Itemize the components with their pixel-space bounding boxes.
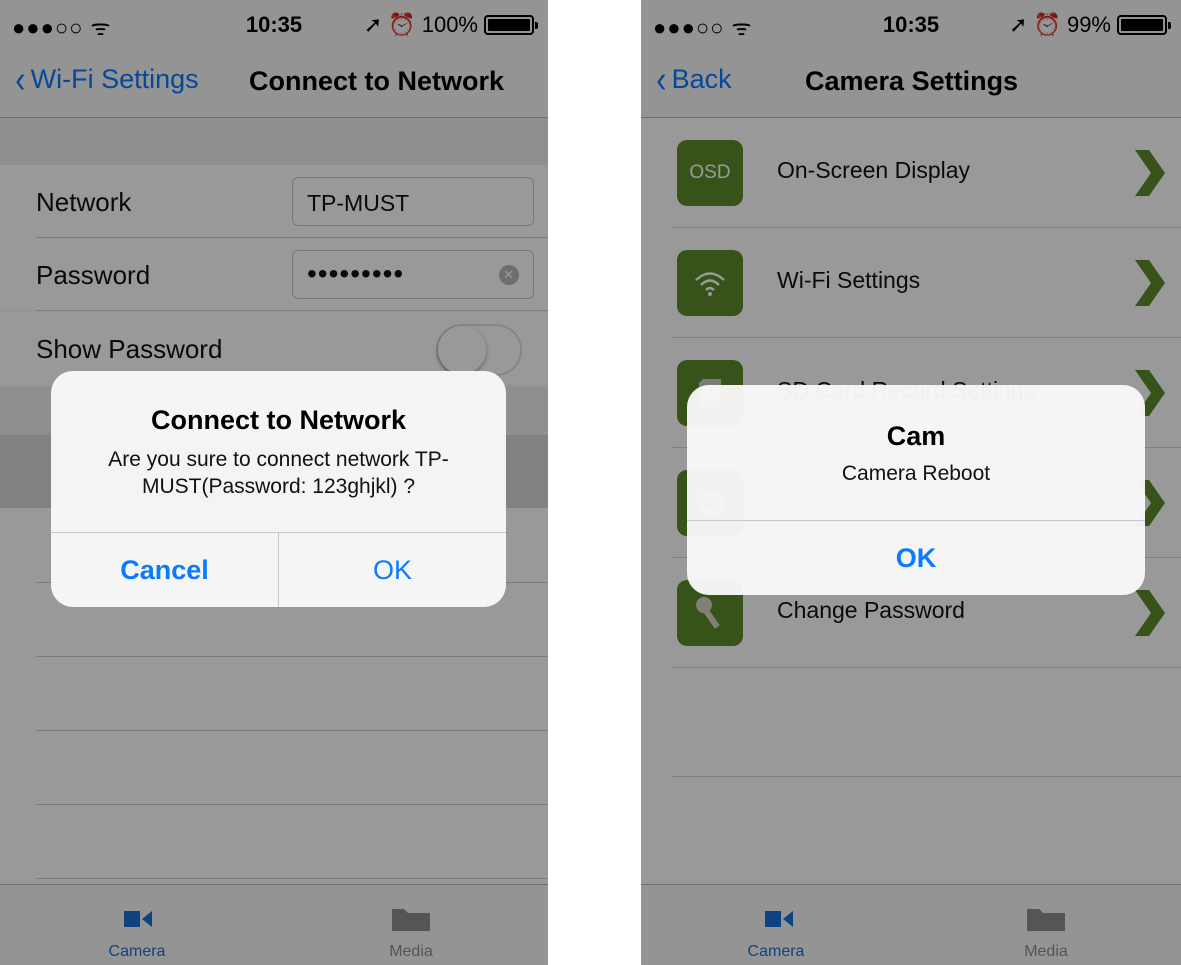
ok-button[interactable]: OK: [687, 521, 1145, 595]
ok-button[interactable]: OK: [278, 533, 506, 607]
connect-network-screen: ●●●○○ ᯤ 10:35 ➚ ⏰ 100% ‹ Wi-Fi Settings …: [0, 0, 548, 965]
cancel-button[interactable]: Cancel: [51, 533, 278, 607]
reboot-alert: Cam Camera Reboot OK: [687, 385, 1145, 595]
alert-title: Connect to Network: [150, 405, 406, 435]
alert-message: Camera Reboot: [841, 462, 991, 485]
connect-alert: Connect to Network Are you sure to conne…: [51, 371, 506, 607]
alert-message: Are you sure to connect network TP-MUST(…: [108, 448, 449, 498]
camera-settings-screen: ●●●○○ ᯤ 10:35 ➚ ⏰ 99% ‹ Back Camera Sett…: [641, 0, 1181, 965]
alert-buttons: OK: [687, 520, 1145, 595]
alert-title: Cam: [886, 421, 946, 451]
alert-buttons: Cancel OK: [51, 532, 506, 607]
